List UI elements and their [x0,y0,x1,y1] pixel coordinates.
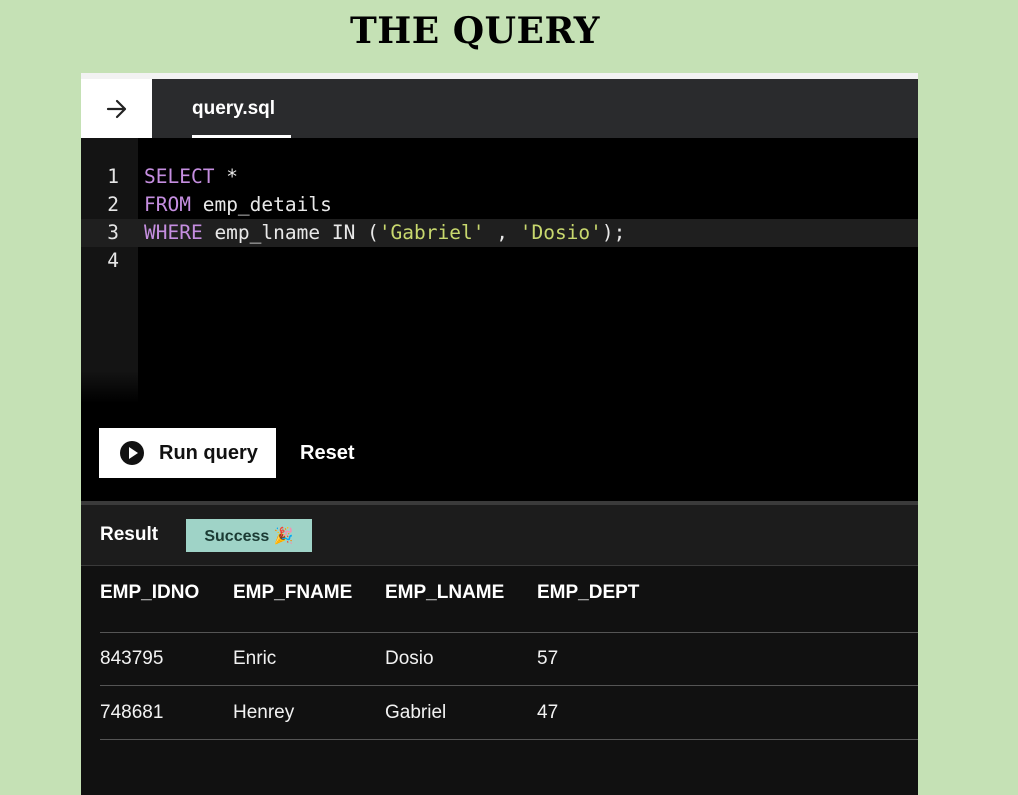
sql-string: 'Dosio' [519,221,602,244]
sql-string: 'Gabriel' [378,221,485,244]
sql-token: emp_lname IN ( [202,221,379,244]
column-header: EMP_DEPT [537,581,640,603]
sql-token: * [214,165,238,188]
code-text: WHERE emp_lname IN ('Gabriel' , 'Dosio')… [144,219,625,247]
sql-token: emp_details [190,193,332,216]
table-cell: 843795 [100,647,164,669]
column-header: EMP_IDNO [100,581,200,603]
line-number: 4 [107,249,119,272]
column-header: EMP_LNAME [385,581,505,603]
table-cell: 57 [537,647,559,669]
action-bar: Run query Reset [81,403,918,501]
line-number: 1 [107,165,119,188]
sql-token: , [484,221,520,244]
code-line[interactable]: 3 WHERE emp_lname IN ('Gabriel' , 'Dosio'… [81,219,918,247]
table-cell: Dosio [385,647,434,669]
table-cell: 47 [537,701,559,723]
run-query-label: Run query [159,441,258,464]
table-cell: Henrey [233,701,295,723]
code-line[interactable]: 2 FROM emp_details [81,191,918,219]
code-line[interactable]: 4 [81,247,918,275]
code-editor[interactable]: 1 SELECT * 2 FROM emp_details 3 WHERE emp_lna… [81,138,918,403]
result-label: Result [100,524,159,545]
status-badge: Success 🎉 [186,519,312,552]
table-cell: 748681 [100,701,164,723]
sql-keyword: SELECT [144,165,215,188]
line-number: 2 [107,193,119,216]
code-text: SELECT * [144,163,238,191]
run-query-button[interactable]: Run query [99,428,276,478]
table-cell: Enric [233,647,277,669]
reset-button[interactable]: Reset [300,428,354,478]
column-header: EMP_FNAME [233,581,353,603]
table-header-row: EMP_IDNO EMP_FNAME EMP_LNAME EMP_DEPT [81,566,918,619]
page-title: THE QUERY [350,10,600,52]
table-cell: Gabriel [385,701,447,723]
tab-query-sql[interactable]: query.sql [192,79,275,138]
sql-editor-app: query.sql 1 SELECT * 2 FROM emp_details 3 WHE… [81,73,918,795]
sql-keyword: WHERE [144,221,203,244]
table-row: 748681 Henrey Gabriel 47 [81,686,918,739]
tab-bar: query.sql [81,79,918,138]
code-text: FROM emp_details [144,191,332,219]
row-divider [100,739,918,740]
result-header: Result Success 🎉 [81,505,918,565]
line-number: 3 [107,221,119,244]
table-row: 843795 Enric Dosio 57 [81,632,918,685]
sql-keyword: FROM [144,193,191,216]
code-line[interactable]: 1 SELECT * [81,163,918,191]
play-icon [120,441,144,465]
sql-token: ); [601,221,626,244]
arrow-right-icon[interactable] [81,79,152,138]
